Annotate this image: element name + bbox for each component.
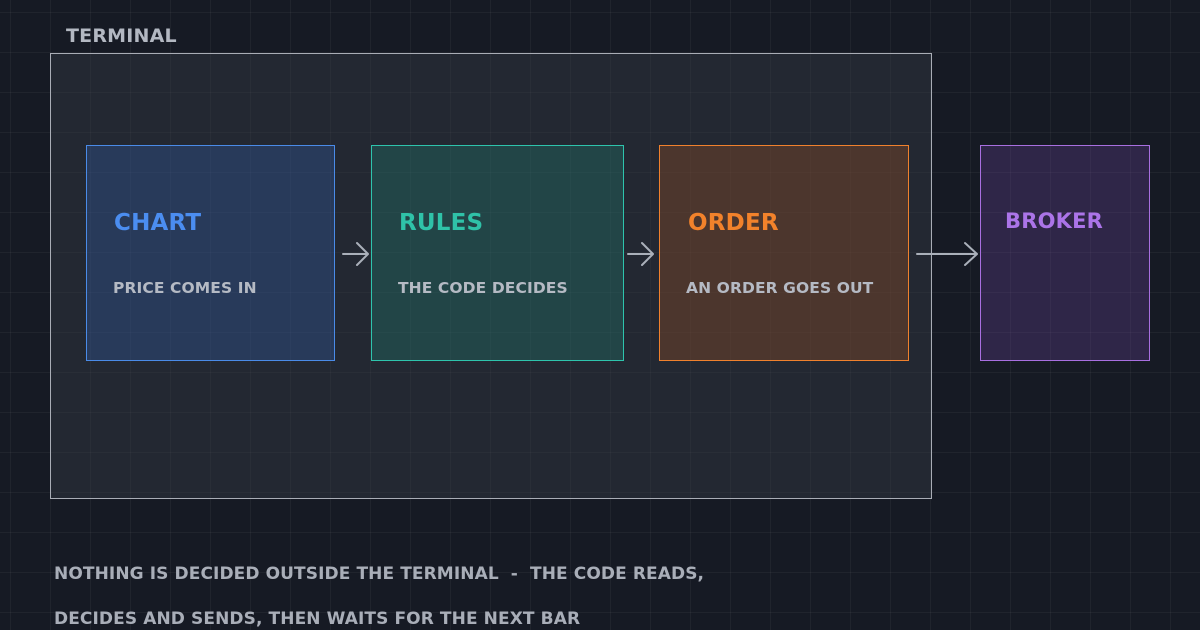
footer-caption-line-1: NOTHING IS DECIDED OUTSIDE THE TERMINAL … [54, 564, 705, 584]
footer-caption-line-2: DECIDES AND SENDS, THEN WAITS FOR THE NE… [54, 609, 581, 629]
flow-arrows [342, 242, 978, 266]
arrow-rules-to-order [627, 242, 654, 266]
arrow-chart-to-rules [342, 242, 369, 266]
arrow-order-to-broker [916, 242, 978, 266]
